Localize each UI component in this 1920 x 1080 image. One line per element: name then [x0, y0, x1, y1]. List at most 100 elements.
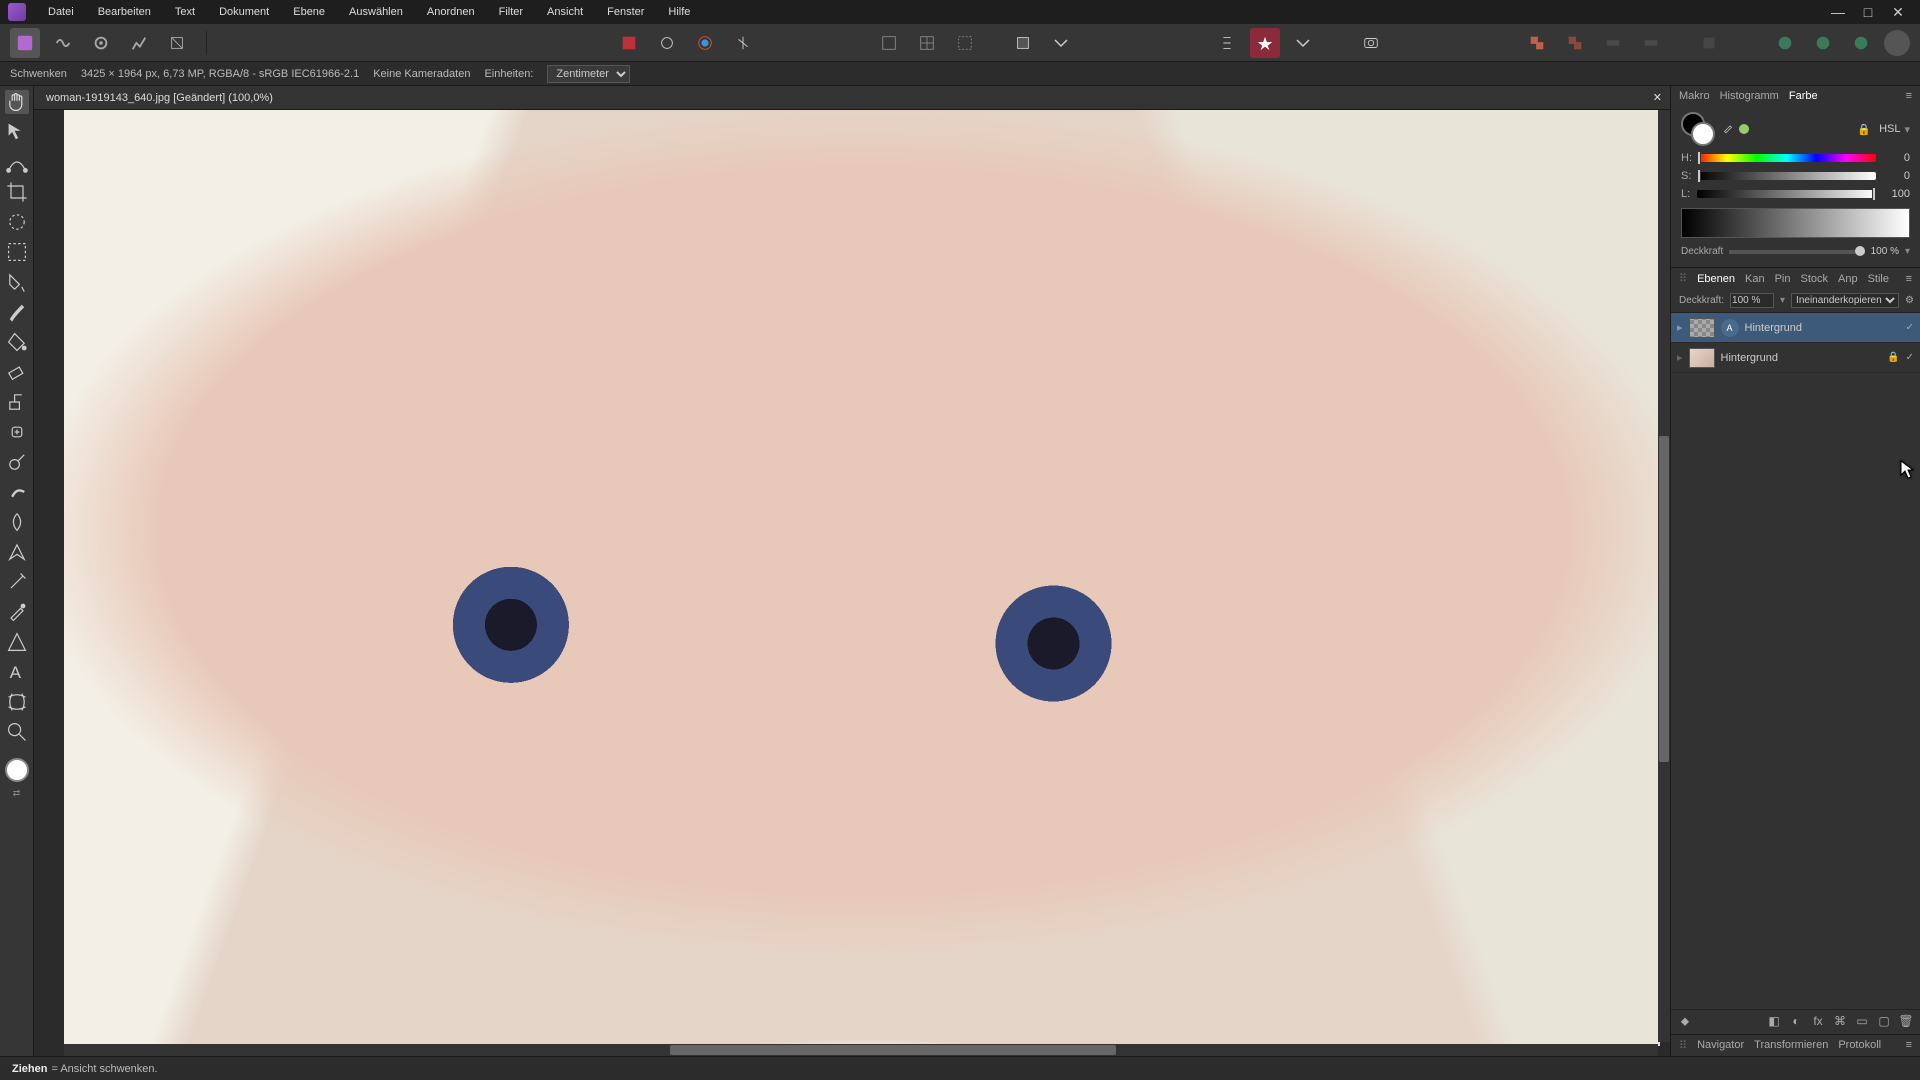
arrange-2-icon[interactable] [1560, 28, 1590, 58]
layer-opacity-input[interactable] [1730, 293, 1774, 308]
blend-mode-select[interactable]: Ineinanderkopieren [1791, 293, 1899, 308]
panel-menu-icon[interactable]: ≡ [1906, 1039, 1912, 1052]
scrollbar-thumb[interactable] [670, 1045, 1116, 1055]
layer-fx-icon[interactable]: ⚙ [1905, 295, 1914, 306]
layer-name[interactable]: Hintergrund [1745, 322, 1900, 334]
mesh-tool-icon[interactable] [5, 690, 29, 714]
menu-fenster[interactable]: Fenster [597, 3, 654, 21]
menu-filter[interactable]: Filter [489, 3, 533, 21]
blur-tool-icon[interactable] [5, 510, 29, 534]
close-icon[interactable]: ✕ [1890, 4, 1906, 21]
menu-bearbeiten[interactable]: Bearbeiten [88, 3, 161, 21]
vertical-scrollbar[interactable] [1658, 110, 1670, 1042]
tab-close-icon[interactable]: ✕ [1653, 91, 1662, 104]
sync-1-icon[interactable] [1770, 28, 1800, 58]
layer-expand-icon[interactable]: ▸ [1677, 321, 1683, 334]
smudge-tool-icon[interactable] [5, 480, 29, 504]
tab-stock[interactable]: Stock [1800, 273, 1828, 285]
export-persona-icon[interactable] [162, 28, 192, 58]
tone-map-persona-icon[interactable] [124, 28, 154, 58]
opacity-dropdown-icon[interactable]: ▾ [1780, 295, 1785, 306]
text-tool-icon[interactable]: A [5, 660, 29, 684]
zoom-tool-icon[interactable] [5, 720, 29, 744]
tab-stile[interactable]: Stile [1868, 273, 1889, 285]
node-tool-icon[interactable] [5, 150, 29, 174]
heal-tool-icon[interactable] [5, 420, 29, 444]
grid-1-icon[interactable] [874, 28, 904, 58]
brush-tool-icon[interactable] [5, 300, 29, 324]
swatch-toggle-icon[interactable]: ⇄ [13, 788, 21, 799]
scrollbar-thumb[interactable] [1659, 436, 1669, 762]
erase-tool-icon[interactable] [5, 360, 29, 384]
tab-ebenen[interactable]: Ebenen [1697, 273, 1735, 285]
tab-farbe[interactable]: Farbe [1789, 90, 1818, 102]
menu-datei[interactable]: Datei [38, 3, 84, 21]
group-layer-icon[interactable]: ▭ [1854, 1014, 1870, 1030]
tab-protokoll[interactable]: Protokoll [1838, 1039, 1881, 1052]
photo-persona-icon[interactable] [10, 28, 40, 58]
marquee-tool-icon[interactable] [5, 240, 29, 264]
eyedropper-icon[interactable] [1721, 121, 1735, 138]
layer-visibility-icon[interactable]: ✓ [1906, 352, 1914, 363]
lum-slider[interactable]: L: 100 [1681, 188, 1910, 200]
auto-contrast-icon[interactable] [728, 28, 758, 58]
layer-tag-icon[interactable]: ⬥ [1677, 1014, 1693, 1030]
grid-3-icon[interactable] [950, 28, 980, 58]
menu-anordnen[interactable]: Anordnen [417, 3, 485, 21]
arrange-5-icon[interactable] [1694, 28, 1724, 58]
assistant-dropdown-icon[interactable] [1288, 28, 1318, 58]
preview-icon[interactable] [1356, 28, 1386, 58]
crop-mode-icon[interactable] [1008, 28, 1038, 58]
grid-2-icon[interactable] [912, 28, 942, 58]
color-swatch-icon[interactable] [5, 758, 29, 782]
develop-persona-icon[interactable] [86, 28, 116, 58]
selection-brush-icon[interactable] [5, 210, 29, 234]
layer-lock-indicator-icon[interactable]: 🔒 [1887, 352, 1899, 363]
move-tool-icon[interactable] [5, 120, 29, 144]
panel-menu-icon[interactable]: ≡ [1906, 273, 1912, 285]
adjust-layer-icon[interactable]: ◐ [1788, 1014, 1804, 1030]
tab-transformieren[interactable]: Transformieren [1754, 1039, 1828, 1052]
canvas-image[interactable] [64, 110, 1660, 1046]
account-avatar-icon[interactable] [1884, 30, 1910, 56]
auto-levels-icon[interactable] [690, 28, 720, 58]
horizontal-scrollbar[interactable] [64, 1044, 1658, 1056]
shape-tool-icon[interactable] [5, 630, 29, 654]
document-tab[interactable]: woman-1919143_640.jpg [Geändert] (100,0%… [40, 92, 279, 104]
selection-indicator-icon[interactable] [614, 28, 644, 58]
menu-ebene[interactable]: Ebene [283, 3, 335, 21]
add-layer-icon[interactable]: ▢ [1876, 1014, 1892, 1030]
pen-tool-icon[interactable] [5, 540, 29, 564]
auto-white-balance-icon[interactable] [652, 28, 682, 58]
clone-tool-icon[interactable] [5, 390, 29, 414]
layer-name[interactable]: Hintergrund [1721, 352, 1882, 364]
hue-slider[interactable]: H: 0 [1681, 152, 1910, 164]
menu-auswaehlen[interactable]: Auswählen [339, 3, 413, 21]
snap-toggle-icon[interactable] [1212, 28, 1242, 58]
assistant-icon[interactable] [1250, 28, 1280, 58]
minimize-icon[interactable]: — [1830, 4, 1846, 21]
menu-dokument[interactable]: Dokument [209, 3, 279, 21]
fill-tool-icon[interactable] [5, 330, 29, 354]
tab-anp[interactable]: Anp [1838, 273, 1858, 285]
sync-2-icon[interactable] [1808, 28, 1838, 58]
dodge-tool-icon[interactable] [5, 450, 29, 474]
panel-grip-icon[interactable]: ⠿ [1679, 1039, 1687, 1052]
layer-visibility-icon[interactable]: ✓ [1906, 322, 1914, 333]
tab-navigator[interactable]: Navigator [1697, 1039, 1744, 1052]
fx-layer-icon[interactable]: fx [1810, 1014, 1826, 1030]
panel-menu-icon[interactable]: ≡ [1906, 90, 1912, 102]
menu-hilfe[interactable]: Hilfe [658, 3, 700, 21]
opacity-slider[interactable] [1729, 250, 1864, 254]
delete-layer-icon[interactable]: 🗑 [1898, 1014, 1914, 1030]
color-picker-icon[interactable] [5, 600, 29, 624]
retouch-tool-icon[interactable] [5, 570, 29, 594]
sat-slider[interactable]: S: 0 [1681, 170, 1910, 182]
layer-expand-icon[interactable]: ▸ [1677, 351, 1683, 364]
layer-row[interactable]: ▸ A Hintergrund ✓ [1671, 313, 1920, 343]
menu-text[interactable]: Text [165, 3, 205, 21]
maximize-icon[interactable]: □ [1860, 4, 1876, 21]
tab-makro[interactable]: Makro [1679, 90, 1710, 102]
layer-thumb-icon[interactable] [1689, 318, 1715, 338]
secondary-color-icon[interactable] [1691, 122, 1715, 146]
